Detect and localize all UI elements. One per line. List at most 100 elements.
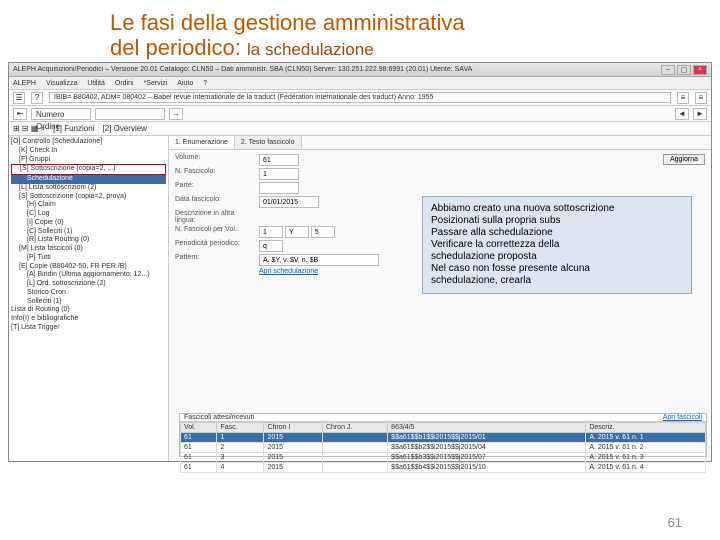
tree-node[interactable]: [R] Lista Routing (0) <box>11 236 166 245</box>
datafasc-field[interactable] <box>259 196 319 208</box>
nav-tree[interactable]: [O] Controllo [Schedulazione][K] Check I… <box>9 136 169 461</box>
menu-services[interactable]: *Servizi <box>144 77 168 89</box>
issues-table[interactable]: Vol.Fasc.Chron IChron J.863/4/5Descriz.6… <box>180 422 706 473</box>
table-row[interactable]: 6142015$$a61$$b4$$i2015$$j2015/10A. 2015… <box>181 463 706 473</box>
menu-orders[interactable]: Ordini <box>115 77 134 89</box>
tree-node[interactable]: [E] Copie (B80402-50, FR PER /B) <box>11 263 166 272</box>
col-header[interactable]: 863/4/5 <box>388 423 586 433</box>
nav-bar: ⇤ Numero Ordine → ◄ ► <box>9 106 711 122</box>
record-bar: ☰ ? IBIB= B80402, ADM= 080402 – Babel re… <box>9 90 711 106</box>
toolbar-btn-r1[interactable]: ≡ <box>677 92 689 104</box>
tree-node[interactable]: [H] Claim <box>11 201 166 210</box>
mode-funzioni[interactable]: [1] Funzioni <box>53 124 94 133</box>
cell: A. 2015 v. 61 n. 3 <box>586 453 706 463</box>
tree-node[interactable]: Schedulazione <box>11 175 166 184</box>
tree-node[interactable]: [A] Bindin (Ultima aggiornamento: 12...) <box>11 271 166 280</box>
tree-node[interactable]: Solleciti (1) <box>11 298 166 307</box>
title-line2a: del periodico: <box>110 35 241 60</box>
tree-node[interactable]: [I] Copie (0) <box>11 219 166 228</box>
tree-node[interactable]: [P] Tutti <box>11 254 166 263</box>
cell: 1 <box>217 433 264 443</box>
menu-help[interactable]: Aiuto <box>177 77 193 89</box>
nav-next[interactable]: ► <box>693 108 707 120</box>
tree-node[interactable]: [L] Lista sottoscrizioni (2) <box>11 184 166 193</box>
update-button[interactable]: Aggiorna <box>663 154 705 165</box>
minimize-button[interactable]: – <box>661 65 675 75</box>
open-issues-btn[interactable]: Apri fascicoli <box>663 414 702 421</box>
tree-node[interactable]: [S] Sottoscrizione (copia=2, prova) <box>11 193 166 202</box>
nav-go[interactable]: → <box>169 108 183 120</box>
table-row[interactable]: 6112015$$a61$$b1$$i2015$$j2015/01A. 2015… <box>181 433 706 443</box>
col-header[interactable]: Descriz. <box>586 423 706 433</box>
col-header[interactable]: Vol. <box>181 423 217 433</box>
record-info: IBIB= B80402, ADM= 080402 – Babel revue … <box>49 92 671 103</box>
cell: $$a61$$b1$$i2015$$j2015/01 <box>388 433 586 443</box>
cell: A. 2015 v. 61 n. 4 <box>586 463 706 473</box>
toolbar-icon[interactable]: ☰ <box>13 92 25 104</box>
tree-node[interactable]: [K] Check In <box>11 147 166 156</box>
order-label: Numero Ordine <box>31 108 91 120</box>
mode-overview[interactable]: [2] Overview <box>102 124 146 133</box>
cell: $$a61$$b4$$i2015$$j2015/10 <box>388 463 586 473</box>
toolbar-btn-r2[interactable]: ≡ <box>695 92 707 104</box>
page-number: 61 <box>668 515 682 530</box>
nav-prev[interactable]: ◄ <box>675 108 689 120</box>
tree-node[interactable]: [C] Solleciti (1) <box>11 228 166 237</box>
tree-node[interactable]: [L] Ord. sottoscrizione (2) <box>11 280 166 289</box>
lbl-period: Periodicità periodico: <box>175 240 255 252</box>
tab-enum[interactable]: 1. Enumerazione <box>169 136 235 149</box>
tree-node[interactable]: Storico Cron <box>11 289 166 298</box>
col-header[interactable]: Fasc. <box>217 423 264 433</box>
order-field[interactable] <box>95 108 165 120</box>
tree-node[interactable]: [F] Gruppi <box>11 156 166 165</box>
callout-l4: Verificare la correttezza della <box>431 239 683 251</box>
tree-node[interactable]: [C] Log <box>11 210 166 219</box>
callout-l6: Nel caso non fosse presente alcuna <box>431 263 683 275</box>
cell: 61 <box>181 433 217 443</box>
cell: 61 <box>181 453 217 463</box>
col-header[interactable]: Chron I <box>264 423 322 433</box>
title-line1: Le fasi della gestione amministrativa <box>110 10 465 35</box>
tree-node[interactable]: [S] Sottoscrizione (copia=2, ...) <box>11 164 166 175</box>
cell: 2 <box>217 443 264 453</box>
cell <box>322 433 387 443</box>
cell <box>322 443 387 453</box>
tab-testo[interactable]: 2. Testo fascicolo <box>235 136 302 149</box>
tree-node[interactable]: [T] Lista Trigger <box>11 324 166 333</box>
fpv-3[interactable] <box>311 226 335 238</box>
pattern-field[interactable] <box>259 254 379 266</box>
menu-view[interactable]: Visualizza <box>46 77 77 89</box>
table-row[interactable]: 6132015$$a61$$b3$$i2015$$j2015/07A. 2015… <box>181 453 706 463</box>
menu-util[interactable]: Utilità <box>87 77 105 89</box>
tree-node[interactable]: [O] Controllo [Schedulazione] <box>11 138 166 147</box>
nfasc-field[interactable] <box>259 168 299 180</box>
callout-l2: Posizionati sulla propria subs <box>431 215 683 227</box>
lbl-nfasc: N. Fascicolo: <box>175 168 255 180</box>
cell <box>322 453 387 463</box>
instruction-callout: Abbiamo creato una nuova sottoscrizione … <box>422 196 692 294</box>
titlebar: ALEPH Acquisizioni/Periodici – Versione … <box>9 63 711 77</box>
menubar: ALEPH Visualizza Utilità Ordini *Servizi… <box>9 77 711 90</box>
lbl-descr: Descrizione in altra lingua: <box>175 210 255 224</box>
window-title: ALEPH Acquisizioni/Periodici – Versione … <box>13 66 659 73</box>
col-header[interactable]: Chron J. <box>322 423 387 433</box>
tree-node[interactable]: [M] Lista fascicoli (0) <box>11 245 166 254</box>
tree-node[interactable]: Lista di Routing (0) <box>11 306 166 315</box>
menu-aleph[interactable]: ALEPH <box>13 77 36 89</box>
nav-first[interactable]: ⇤ <box>13 108 27 120</box>
title-line2b: la schedulazione <box>247 40 374 59</box>
close-button[interactable]: × <box>693 65 707 75</box>
parte-field[interactable] <box>259 182 299 194</box>
maximize-button[interactable]: ▢ <box>677 65 691 75</box>
callout-l3: Passare alla schedulazione <box>431 227 683 239</box>
volume-field[interactable] <box>259 154 299 166</box>
open-schedule-link[interactable]: Apri schedulazione <box>259 268 318 275</box>
menu-q[interactable]: ? <box>203 77 207 89</box>
fpv-2[interactable] <box>285 226 309 238</box>
table-row[interactable]: 6122015$$a61$$b2$$i2015$$j2015/04A. 2015… <box>181 443 706 453</box>
tree-node[interactable]: Info(I) e bibliografiche <box>11 315 166 324</box>
fpv-1[interactable] <box>259 226 283 238</box>
toolbar-icon-2[interactable]: ? <box>31 92 43 104</box>
cell: 4 <box>217 463 264 473</box>
period-field[interactable] <box>259 240 283 252</box>
